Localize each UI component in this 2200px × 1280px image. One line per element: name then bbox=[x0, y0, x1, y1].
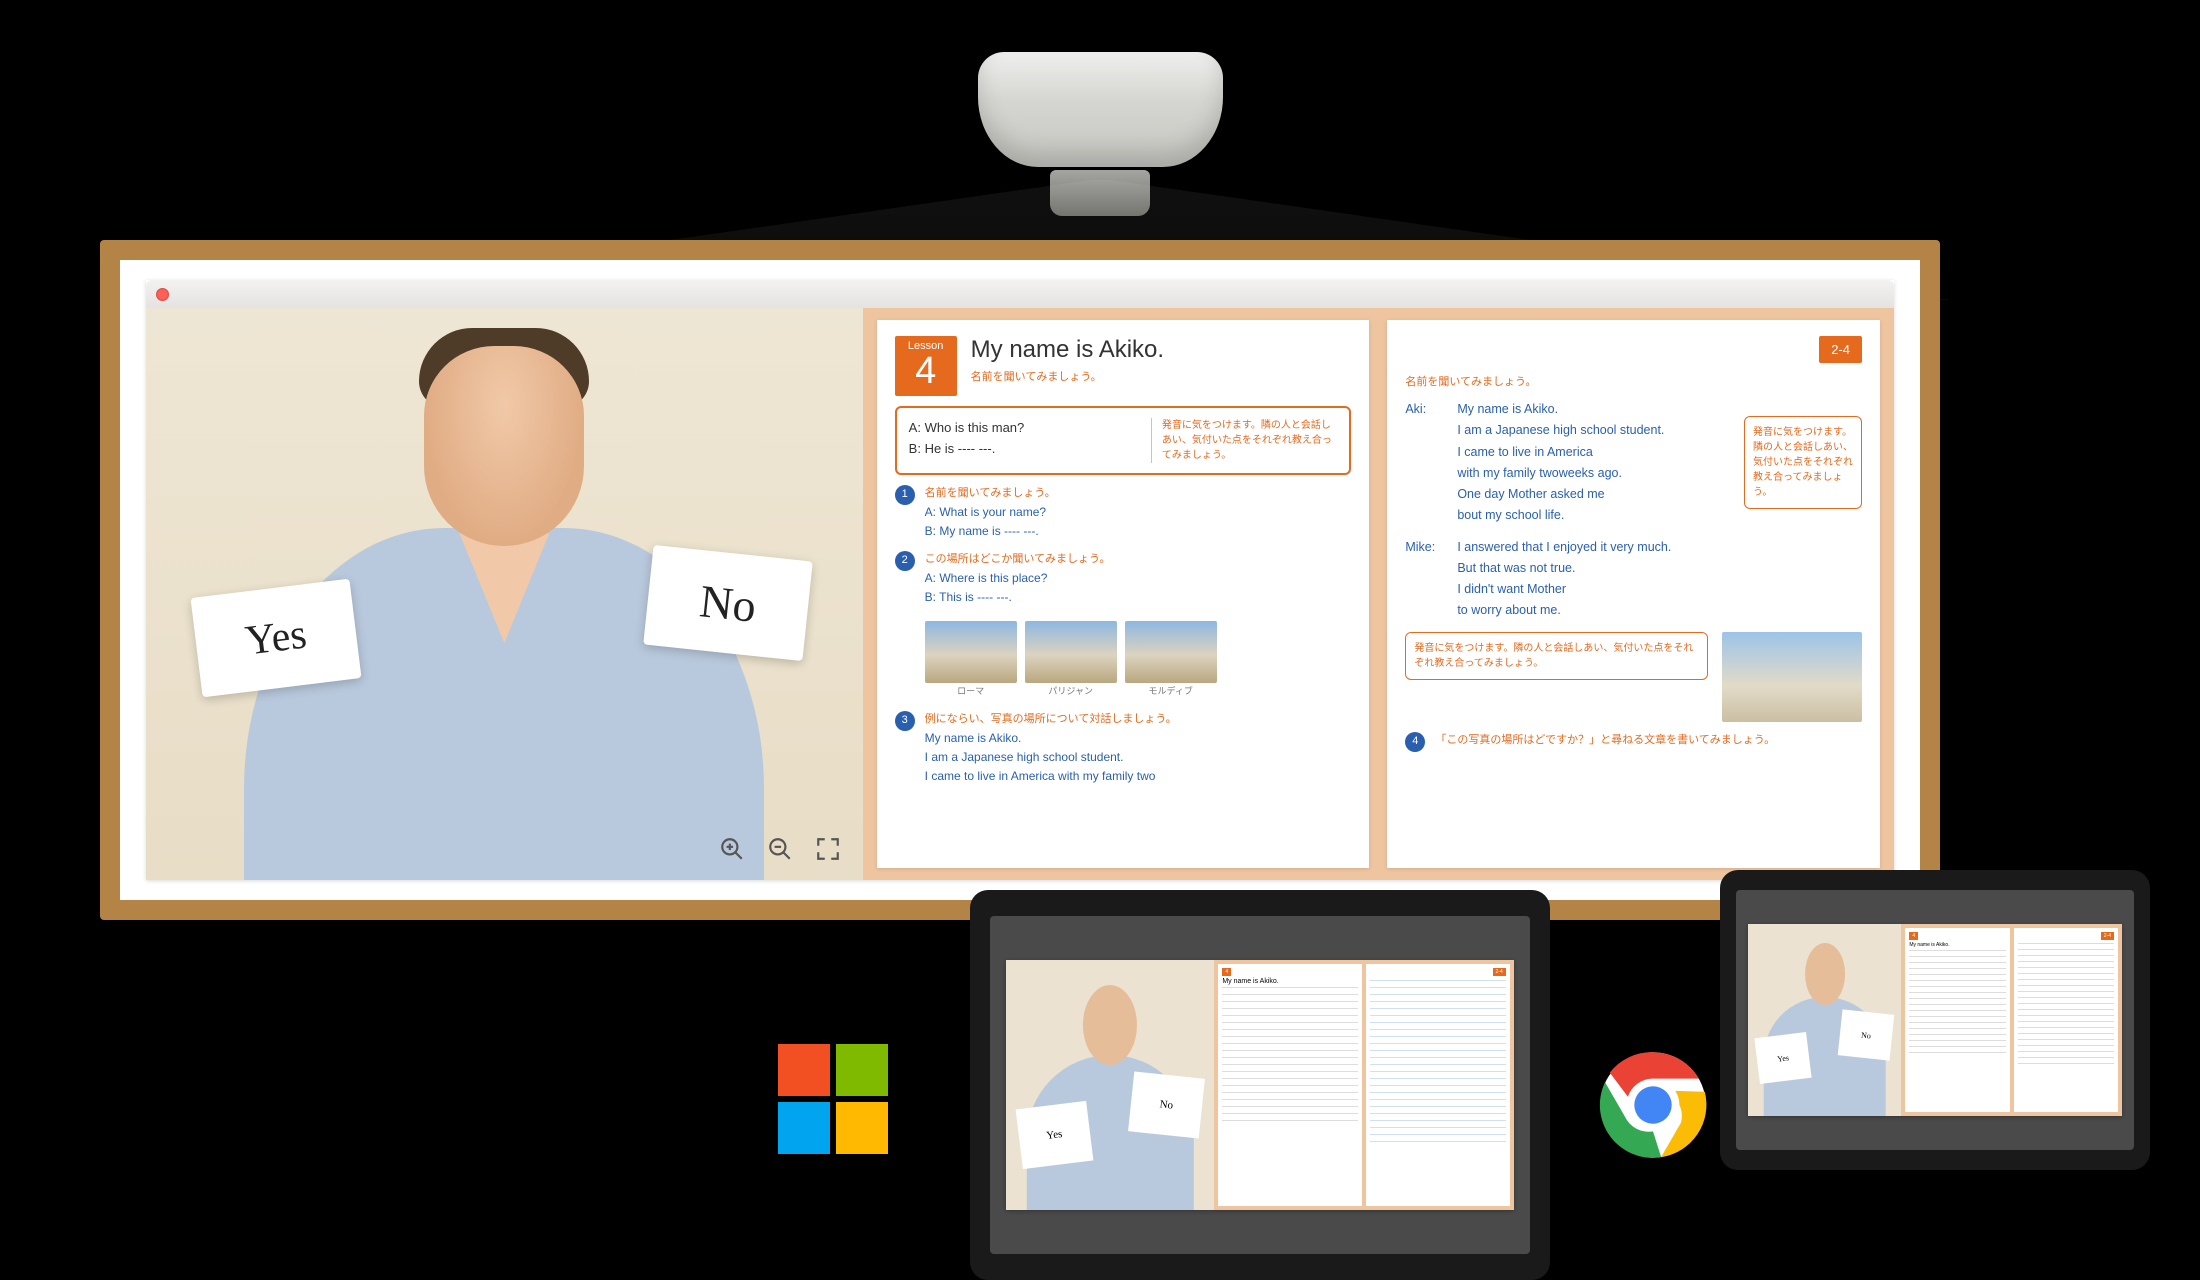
exercise-block-3: 3 例にならい、写真の場所について対話しましょう。 My name is Aki… bbox=[895, 711, 1352, 786]
dialogue-line: I am a Japanese high school student. bbox=[1457, 420, 1732, 441]
qa-line-a: A: Who is this man? bbox=[909, 418, 1137, 439]
exercise-instruction: 名前を聞いてみましょう。 bbox=[925, 485, 1352, 503]
flashcard-no: No bbox=[643, 545, 813, 661]
close-window-dot[interactable] bbox=[156, 288, 169, 301]
zoom-in-icon[interactable] bbox=[717, 834, 747, 864]
photo-thumbnails bbox=[925, 621, 1352, 683]
mini-flashcard-yes: Yes bbox=[1015, 1101, 1093, 1169]
photo-thumb[interactable] bbox=[1125, 621, 1217, 683]
chrome-logo-icon bbox=[1598, 1050, 1708, 1160]
exercise-instruction: 「この写真の場所はどですか？」と尋ねる文章を書いてみましょう。 bbox=[1435, 732, 1862, 750]
lesson-title: My name is Akiko. bbox=[971, 336, 1164, 364]
dialogue-line: My name is Akiko. bbox=[1457, 399, 1732, 420]
qa-note: 発音に気をつけます。隣の人と会話しあい、気付いた点をそれぞれ教え合ってみましょう… bbox=[1151, 418, 1338, 463]
dialogue-line: bout my school life. bbox=[1457, 505, 1732, 526]
exercise-instruction: この場所はどこか聞いてみましょう。 bbox=[925, 551, 1352, 569]
mini-lesson-number: 4 bbox=[1909, 932, 1918, 940]
mini-page-badge: 2-4 bbox=[1493, 968, 1506, 976]
exercise-line: A: Where is this place? bbox=[925, 569, 1352, 588]
tablet-screen[interactable]: Yes No 4 My name is Akiko. 2-4 bbox=[990, 916, 1530, 1254]
exercise-block-1: 1 名前を聞いてみましょう。 A: What is your name? B: … bbox=[895, 485, 1352, 541]
projector-mount bbox=[1050, 170, 1150, 216]
mini-flashcard-no: No bbox=[1128, 1071, 1205, 1138]
exercise-number: 4 bbox=[1405, 732, 1425, 752]
qa-line-b: B: He is ---- ---. bbox=[909, 439, 1137, 460]
projector-body bbox=[978, 52, 1223, 167]
app-body: Yes No bbox=[146, 308, 1894, 880]
tip-box-2: 発音に気をつけます。隣の人と会話しあい、気付いた点をそれぞれ教え合ってみましょう… bbox=[1405, 632, 1708, 680]
zoom-out-icon[interactable] bbox=[765, 834, 795, 864]
mini-flashcard-yes: Yes bbox=[1755, 1032, 1812, 1084]
zoom-controls bbox=[717, 834, 843, 864]
exercise-line: I am a Japanese high school student. bbox=[925, 748, 1352, 767]
textbook-spread: Lesson 4 My name is Akiko. 名前を聞いてみましょう。 … bbox=[863, 308, 1894, 880]
speaker-name: Aki: bbox=[1405, 399, 1447, 527]
lesson-number: 4 bbox=[915, 350, 936, 392]
tablet-device-small: Yes No 4 My name is Akiko. 2-4 bbox=[1720, 870, 2150, 1170]
mini-lesson-title: My name is Akiko. bbox=[1222, 978, 1358, 985]
dialogue-line: with my family twoweeks ago. bbox=[1457, 463, 1732, 484]
exercise-line: I came to live in America with my family… bbox=[925, 767, 1352, 786]
textbook-page-left: Lesson 4 My name is Akiko. 名前を聞いてみましょう。 … bbox=[877, 320, 1370, 868]
exercise-number: 2 bbox=[895, 551, 915, 571]
exercise-number: 3 bbox=[895, 711, 915, 731]
app-window: Yes No bbox=[146, 280, 1894, 880]
mini-app-window: Yes No 4 My name is Akiko. 2-4 bbox=[1006, 960, 1514, 1210]
dialogue-line: One day Mother asked me bbox=[1457, 484, 1732, 505]
tablet-screen[interactable]: Yes No 4 My name is Akiko. 2-4 bbox=[1736, 890, 2134, 1150]
lesson-number-badge: Lesson 4 bbox=[895, 336, 957, 396]
exercise-line: My name is Akiko. bbox=[925, 729, 1352, 748]
exercise-line: B: This is ---- ---. bbox=[925, 588, 1352, 607]
mini-lesson-title: My name is Akiko. bbox=[1909, 942, 2005, 948]
page-number-badge: 2-4 bbox=[1819, 336, 1862, 363]
tablet-device-large: Yes No 4 My name is Akiko. 2-4 bbox=[970, 890, 1550, 1280]
textbook-page-right: 2-4 名前を聞いてみましょう。 Aki: My name is Akiko. … bbox=[1387, 320, 1880, 868]
dialogue-line: But that was not true. bbox=[1457, 558, 1862, 579]
dialogue-line: I didn't want Mother bbox=[1457, 579, 1862, 600]
whiteboard: Yes No bbox=[100, 240, 1940, 920]
lesson-subtitle: 名前を聞いてみましょう。 bbox=[971, 368, 1164, 384]
mini-lesson-number: 4 bbox=[1222, 968, 1231, 976]
mini-flashcard-no: No bbox=[1838, 1010, 1895, 1061]
dialogue-mike: Mike: I answered that I enjoyed it very … bbox=[1405, 537, 1862, 622]
teacher-video-pane: Yes No bbox=[146, 308, 863, 880]
exercise-block-2: 2 この場所はどこか聞いてみましょう。 A: Where is this pla… bbox=[895, 551, 1352, 607]
page-heading: 名前を聞いてみましょう。 bbox=[1405, 373, 1862, 389]
dialogue-line: I answered that I enjoyed it very much. bbox=[1457, 537, 1862, 558]
exercise-block-4: 4 「この写真の場所はどですか？」と尋ねる文章を書いてみましょう。 bbox=[1405, 732, 1862, 752]
microsoft-logo-icon bbox=[778, 1044, 888, 1154]
photo-large[interactable] bbox=[1722, 632, 1862, 722]
speaker-name: Mike: bbox=[1405, 537, 1447, 622]
mini-page-badge: 2-4 bbox=[2101, 932, 2114, 940]
photo-thumb[interactable] bbox=[1025, 621, 1117, 683]
mini-app-window: Yes No 4 My name is Akiko. 2-4 bbox=[1748, 924, 2122, 1116]
lesson-header: Lesson 4 My name is Akiko. 名前を聞いてみましょう。 bbox=[895, 336, 1352, 396]
exercise-line: A: What is your name? bbox=[925, 503, 1352, 522]
dialogue-aki: Aki: My name is Akiko. I am a Japanese h… bbox=[1405, 399, 1732, 527]
photo-thumb[interactable] bbox=[925, 621, 1017, 683]
window-titlebar[interactable] bbox=[146, 280, 1894, 308]
flashcard-yes: Yes bbox=[191, 579, 362, 698]
dialogue-line: to worry about me. bbox=[1457, 600, 1862, 621]
exercise-line: B: My name is ---- ---. bbox=[925, 522, 1352, 541]
dialogue-line: I came to live in America bbox=[1457, 442, 1732, 463]
projector bbox=[970, 52, 1230, 202]
exercise-instruction: 例にならい、写真の場所について対話しましょう。 bbox=[925, 711, 1352, 729]
teacher-illustration: Yes No bbox=[146, 308, 863, 880]
exercise-number: 1 bbox=[895, 485, 915, 505]
tip-box-1: 発音に気をつけます。隣の人と会話しあい、気付いた点をそれぞれ教え合ってみましょう… bbox=[1744, 416, 1862, 509]
fullscreen-icon[interactable] bbox=[813, 834, 843, 864]
qa-box: A: Who is this man? B: He is ---- ---. 発… bbox=[895, 406, 1352, 475]
